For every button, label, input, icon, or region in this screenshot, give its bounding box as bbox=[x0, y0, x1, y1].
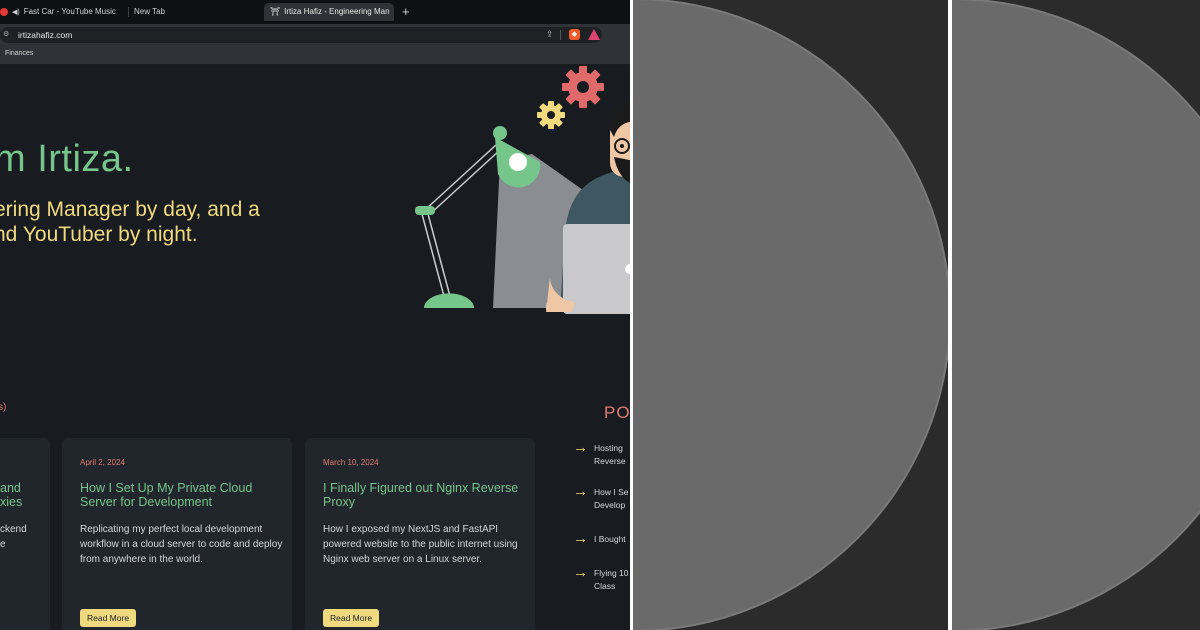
popular-post-line: I Bought bbox=[594, 534, 626, 544]
card-title[interactable]: I Finally Figured out Nginx Reverse Prox… bbox=[323, 481, 523, 509]
read-more-button[interactable]: Read More bbox=[323, 609, 380, 627]
half-circle-shape bbox=[952, 0, 1200, 630]
popular-posts-heading: PO bbox=[604, 403, 630, 422]
tab-label: Fast Car - YouTube Music bbox=[23, 7, 116, 16]
popular-post-line: Flying 10 bbox=[594, 568, 629, 578]
youtube-music-icon bbox=[0, 7, 8, 16]
red-gear-icon bbox=[562, 66, 604, 108]
tab-new-tab[interactable]: New Tab bbox=[134, 3, 254, 21]
url-text: irtizahafiz.com bbox=[18, 30, 73, 40]
card-title[interactable]: How I Set Up My Private Cloud Server for… bbox=[80, 481, 280, 509]
laptop-icon bbox=[563, 224, 630, 314]
bookmark-finances[interactable]: Finances bbox=[5, 50, 33, 57]
site-favicon-icon: ⛩ bbox=[270, 7, 281, 16]
brave-shields-icon[interactable]: ◆ bbox=[569, 29, 580, 40]
arrow-right-icon: → bbox=[573, 530, 588, 547]
half-circle-shape bbox=[633, 0, 948, 630]
tab-bar: ◀) Fast Car - YouTube Music New Tab ⛩ Irti… bbox=[0, 0, 630, 24]
recent-posts-label: s) bbox=[0, 402, 7, 413]
omnibox-divider bbox=[560, 30, 561, 40]
tab-label: New Tab bbox=[134, 7, 165, 16]
popular-post-line: How I Se bbox=[594, 487, 629, 497]
card-title-line: xies bbox=[0, 495, 23, 509]
card-title-line: and bbox=[0, 481, 21, 495]
hero-subtitle-line-1: ering Manager by day, and a bbox=[0, 198, 260, 221]
card-excerpt-line: e bbox=[0, 539, 6, 550]
blog-card-private-cloud[interactable]: April 2, 2024 How I Set Up My Private Cl… bbox=[62, 438, 292, 630]
blog-card-nginx[interactable]: March 10, 2024 I Finally Figured out Ngi… bbox=[305, 438, 535, 630]
card-excerpt: Replicating my perfect local development… bbox=[80, 524, 283, 565]
popular-post-line: Hosting bbox=[594, 443, 623, 453]
site-settings-icon[interactable]: ⚙ bbox=[3, 30, 9, 38]
card-date: April 2, 2024 bbox=[80, 458, 125, 467]
hero-illustration bbox=[415, 66, 630, 314]
popular-post-line: Class bbox=[594, 581, 616, 591]
tab-label: Irtiza Hafiz - Engineering Man bbox=[284, 7, 390, 16]
hero-title: m Irtiza. bbox=[0, 138, 134, 180]
popular-post-line: Develop bbox=[594, 500, 626, 510]
tab-youtube-music[interactable]: ◀) Fast Car - YouTube Music bbox=[0, 3, 124, 21]
arrow-right-icon: → bbox=[573, 564, 588, 581]
tab-separator bbox=[128, 7, 129, 17]
decorative-panel-1 bbox=[633, 0, 948, 630]
brave-rewards-icon[interactable] bbox=[588, 29, 600, 40]
tab-irtiza-hafiz[interactable]: ⛩ Irtiza Hafiz - Engineering Man bbox=[264, 3, 394, 21]
card-date: March 10, 2024 bbox=[323, 458, 379, 467]
hero-subtitle-line-2: nd YouTuber by night. bbox=[0, 223, 198, 246]
arrow-right-icon: → bbox=[573, 439, 588, 456]
share-icon[interactable]: ⇪ bbox=[546, 29, 554, 40]
decorative-panel-2 bbox=[952, 0, 1200, 630]
url-field[interactable]: ⚙ irtizahafiz.com ⇪ ◆ bbox=[0, 27, 602, 43]
card-excerpt-line: ckend bbox=[0, 524, 27, 535]
address-bar: ⚙ irtizahafiz.com ⇪ ◆ bbox=[0, 24, 630, 46]
yellow-gear-icon bbox=[537, 101, 565, 129]
new-tab-button[interactable]: + bbox=[402, 3, 410, 21]
card-excerpt: How I exposed my NextJS and FastAPI powe… bbox=[323, 524, 518, 565]
arrow-right-icon: → bbox=[573, 483, 588, 500]
popular-post-line: Reverse bbox=[594, 456, 626, 466]
blog-card-partial[interactable]: and xies ckend e bbox=[0, 438, 50, 630]
browser-window: ◀) Fast Car - YouTube Music New Tab ⛩ Irti… bbox=[0, 0, 630, 630]
read-more-button[interactable]: Read More bbox=[80, 609, 137, 627]
audio-icon: ◀) bbox=[12, 9, 20, 16]
